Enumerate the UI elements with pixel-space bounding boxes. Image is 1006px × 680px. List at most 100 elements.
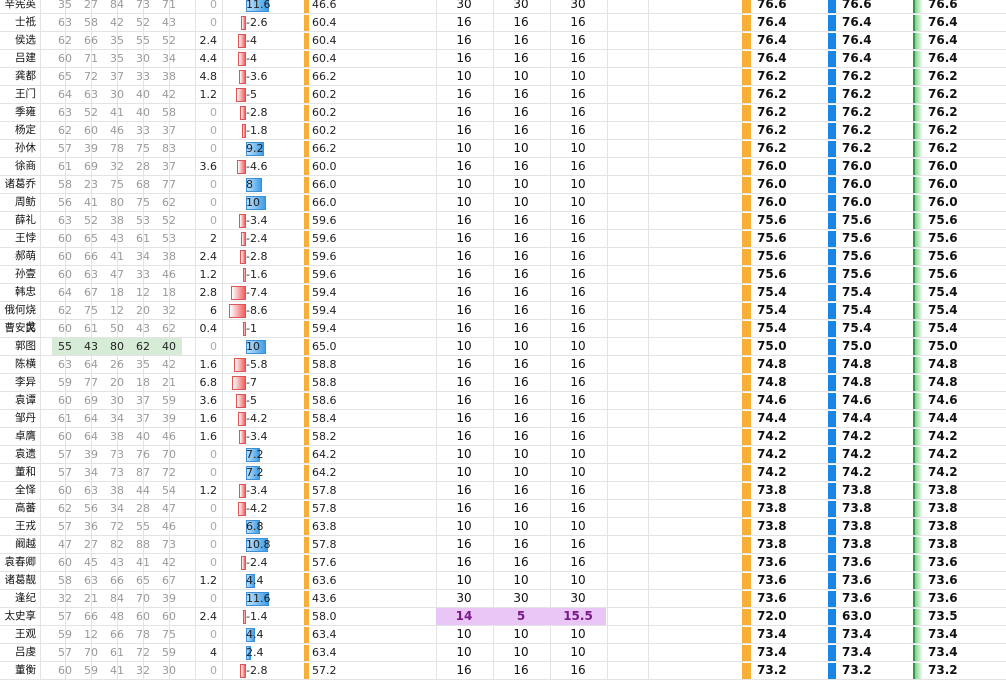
delta-cell[interactable]: -1.6 <box>246 266 286 283</box>
stat-cell[interactable]: 73 <box>104 446 130 463</box>
score-cell[interactable]: 73.6 <box>842 554 872 571</box>
value-cell[interactable]: 10 <box>444 644 484 661</box>
stat-cell[interactable]: 78 <box>104 140 130 157</box>
score-cell[interactable]: 76.6 <box>842 0 872 13</box>
table-row[interactable]: 袁春卿 60 45 43 41 42 0 -2.4 57.6 16 16 16 73.6 73.6 73.6 <box>0 554 1006 572</box>
score-cell[interactable]: 74.2 <box>842 464 872 481</box>
stat-cell[interactable]: 35 <box>104 32 130 49</box>
stat-cell[interactable]: 41 <box>104 248 130 265</box>
value-cell[interactable]: 16 <box>558 122 598 139</box>
stat-cell[interactable]: 68 <box>130 176 156 193</box>
value-cell[interactable]: 10 <box>558 176 598 193</box>
name-cell[interactable]: 杨定 <box>0 122 38 139</box>
value-cell[interactable]: 16 <box>501 662 541 679</box>
delta-cell[interactable]: -2.6 <box>246 14 286 31</box>
diff-cell[interactable]: 0 <box>196 536 220 553</box>
delta-cell[interactable]: -1.4 <box>246 608 286 625</box>
diff-cell[interactable]: 4.4 <box>196 50 220 67</box>
table-row[interactable]: 徐商 61 69 32 28 37 3.6 -4.6 60.0 16 16 16 76.0 76.0 76.… <box>0 158 1006 176</box>
stat-cell[interactable]: 80 <box>104 194 130 211</box>
score-cell[interactable]: 76.4 <box>757 50 787 67</box>
name-cell[interactable]: 陈横 <box>0 356 38 373</box>
score-cell[interactable]: 73.8 <box>928 482 958 499</box>
stat-cell[interactable]: 39 <box>156 590 182 607</box>
value-cell[interactable]: 10 <box>444 446 484 463</box>
stat-cell[interactable]: 65 <box>78 230 104 247</box>
value-cell[interactable]: 16 <box>444 230 484 247</box>
overall-cell[interactable]: 63.6 <box>312 572 352 589</box>
value-cell[interactable]: 16 <box>501 536 541 553</box>
stat-cell[interactable]: 58 <box>52 572 78 589</box>
delta-cell[interactable]: -2.8 <box>246 248 286 265</box>
stat-cell[interactable]: 67 <box>78 284 104 301</box>
delta-cell[interactable]: -3.4 <box>246 482 286 499</box>
diff-cell[interactable]: 0 <box>196 338 220 355</box>
diff-cell[interactable]: 4.8 <box>196 68 220 85</box>
value-cell[interactable]: 30 <box>444 590 484 607</box>
name-cell[interactable]: 孙休 <box>0 140 38 157</box>
stat-cell[interactable]: 23 <box>78 176 104 193</box>
score-cell[interactable]: 75.0 <box>842 338 872 355</box>
value-cell[interactable]: 16 <box>501 500 541 517</box>
stat-cell[interactable]: 75 <box>156 626 182 643</box>
overall-cell[interactable]: 58.4 <box>312 410 352 427</box>
stat-cell[interactable]: 77 <box>156 176 182 193</box>
table-row[interactable]: 龚都 65 72 37 33 38 4.8 -3.6 66.2 10 10 10 76.2 76.2 76.… <box>0 68 1006 86</box>
delta-cell[interactable]: 4.4 <box>246 572 286 589</box>
score-cell[interactable]: 76.2 <box>842 68 872 85</box>
score-cell[interactable]: 73.6 <box>928 554 958 571</box>
score-cell[interactable]: 76.2 <box>842 140 872 157</box>
diff-cell[interactable]: 0 <box>196 518 220 535</box>
stat-cell[interactable]: 80 <box>104 338 130 355</box>
stat-cell[interactable]: 60 <box>52 248 78 265</box>
value-cell[interactable]: 16 <box>501 374 541 391</box>
table-row[interactable]: 韩忠 64 67 18 12 18 2.8 -7.4 59.4 16 16 16 75.4 75.4 75.… <box>0 284 1006 302</box>
stat-cell[interactable]: 56 <box>78 500 104 517</box>
diff-cell[interactable]: 0 <box>196 590 220 607</box>
score-cell[interactable]: 75.0 <box>757 338 787 355</box>
value-cell[interactable]: 16 <box>558 14 598 31</box>
stat-cell[interactable]: 57 <box>52 464 78 481</box>
table-row[interactable]: 王门 64 63 30 40 42 1.2 -5 60.2 16 16 16 76.2 76.2 76.2 <box>0 86 1006 104</box>
score-cell[interactable]: 76.2 <box>928 86 958 103</box>
score-cell[interactable]: 74.2 <box>842 428 872 445</box>
value-cell[interactable]: 16 <box>558 320 598 337</box>
overall-cell[interactable]: 59.6 <box>312 212 352 229</box>
name-cell[interactable]: 郭图 <box>0 338 38 355</box>
value-cell[interactable]: 30 <box>501 590 541 607</box>
score-cell[interactable]: 74.8 <box>842 374 872 391</box>
value-cell[interactable]: 10 <box>501 626 541 643</box>
score-cell[interactable]: 74.2 <box>842 446 872 463</box>
value-cell[interactable]: 10 <box>558 446 598 463</box>
score-cell[interactable]: 76.0 <box>757 158 787 175</box>
stat-cell[interactable]: 76 <box>130 446 156 463</box>
table-row[interactable]: 诸葛乔 58 23 75 68 77 0 8 66.0 10 10 10 76.0 76.0 76.0 <box>0 176 1006 194</box>
stat-cell[interactable]: 72 <box>104 518 130 535</box>
stat-cell[interactable]: 55 <box>130 518 156 535</box>
delta-cell[interactable]: 10 <box>246 338 286 355</box>
stat-cell[interactable]: 12 <box>104 302 130 319</box>
score-cell[interactable]: 76.0 <box>842 176 872 193</box>
table-row[interactable]: 周鲂 56 41 80 75 62 0 10 66.0 10 10 10 76.0 76.0 76.0 <box>0 194 1006 212</box>
score-cell[interactable]: 75.4 <box>757 302 787 319</box>
score-cell[interactable]: 74.8 <box>928 356 958 373</box>
score-cell[interactable]: 75.6 <box>928 248 958 265</box>
stat-cell[interactable]: 57 <box>52 446 78 463</box>
overall-cell[interactable]: 60.4 <box>312 50 352 67</box>
stat-cell[interactable]: 28 <box>130 158 156 175</box>
value-cell[interactable]: 16 <box>444 554 484 571</box>
stat-cell[interactable]: 33 <box>130 122 156 139</box>
overall-cell[interactable]: 64.2 <box>312 464 352 481</box>
value-cell[interactable]: 16 <box>558 158 598 175</box>
value-cell[interactable]: 10 <box>501 518 541 535</box>
stat-cell[interactable]: 61 <box>104 644 130 661</box>
table-row[interactable]: 逢纪 32 21 84 70 39 0 11.6 43.6 30 30 30 73.6 73.6 73.6 <box>0 590 1006 608</box>
value-cell[interactable]: 16 <box>501 428 541 445</box>
score-cell[interactable]: 74.2 <box>928 428 958 445</box>
value-cell[interactable]: 16 <box>444 104 484 121</box>
overall-cell[interactable]: 64.2 <box>312 446 352 463</box>
diff-cell[interactable]: 1.2 <box>196 266 220 283</box>
stat-cell[interactable]: 34 <box>78 464 104 481</box>
stat-cell[interactable]: 60 <box>52 266 78 283</box>
name-cell[interactable]: 高蕃 <box>0 500 38 517</box>
